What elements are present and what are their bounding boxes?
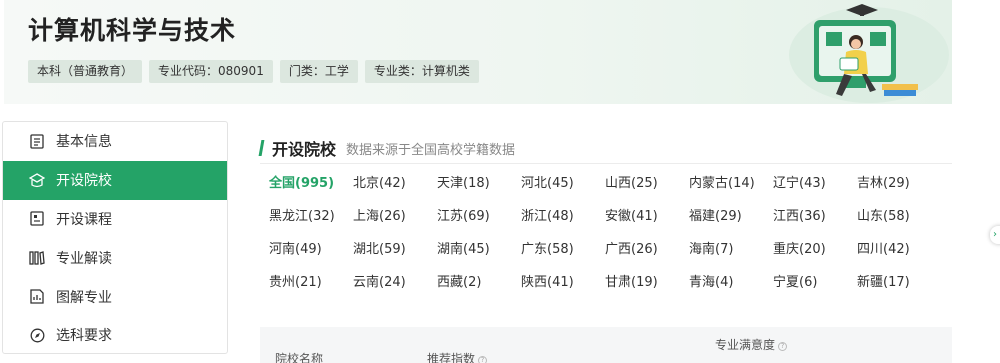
region-filter-item[interactable]: 河南(49) bbox=[269, 242, 353, 258]
region-filter-item[interactable]: 海南(7) bbox=[689, 242, 773, 258]
table-header: 院校名称 推荐指数? 专业满意度? bbox=[260, 327, 952, 363]
region-filter-item[interactable]: 山西(25) bbox=[605, 176, 689, 192]
region-filter-item[interactable]: 黑龙江(32) bbox=[269, 209, 353, 225]
course-icon bbox=[29, 211, 45, 227]
region-filter: 全国(995) 北京(42) 天津(18) 河北(45) 山西(25) 内蒙古(14) 辽宁… bbox=[269, 176, 949, 291]
section-accent-bar bbox=[258, 140, 265, 156]
region-filter-item[interactable]: 内蒙古(14) bbox=[689, 176, 773, 192]
student-illustration bbox=[789, 4, 949, 103]
tag-level: 本科（普通教育） bbox=[28, 60, 143, 83]
sidebar-nav: 基本信息 开设院校 开设课程 专业解读 图解专业 选科要求 bbox=[2, 121, 228, 354]
document-icon bbox=[29, 133, 45, 149]
tag-category: 门类：工学 bbox=[279, 60, 358, 83]
sidebar-item-label: 基本信息 bbox=[56, 134, 112, 151]
sidebar-item-illustrated[interactable]: 图解专业 bbox=[3, 277, 227, 316]
region-filter-item[interactable]: 湖北(59) bbox=[353, 242, 437, 258]
sidebar-item-subject-req[interactable]: 选科要求 bbox=[3, 316, 227, 353]
tag-class: 专业类：计算机类 bbox=[364, 60, 479, 83]
section-header: 开设院校 数据来源于全国高校学籍数据 bbox=[258, 136, 516, 160]
column-recommend: 推荐指数? bbox=[427, 350, 488, 363]
region-filter-item[interactable]: 重庆(20) bbox=[773, 242, 857, 258]
region-filter-item[interactable]: 山东(58) bbox=[857, 209, 941, 225]
chart-doc-icon bbox=[29, 289, 45, 305]
region-filter-item[interactable]: 陕西(41) bbox=[521, 275, 605, 291]
region-filter-item[interactable]: 福建(29) bbox=[689, 209, 773, 225]
sidebar-item-courses[interactable]: 开设课程 bbox=[3, 200, 227, 239]
sidebar-item-label: 开设课程 bbox=[56, 211, 112, 228]
header-banner: 计算机科学与技术 本科（普通教育） 专业代码：080901 门类：工学 专业类：… bbox=[4, 0, 952, 104]
region-filter-item[interactable]: 甘肃(19) bbox=[605, 275, 689, 291]
help-icon[interactable]: ? bbox=[478, 356, 488, 363]
region-filter-item[interactable]: 宁夏(6) bbox=[773, 275, 857, 291]
column-satisfaction: 专业满意度? bbox=[715, 336, 788, 353]
region-filter-item[interactable]: 辽宁(43) bbox=[773, 176, 857, 192]
region-filter-item[interactable]: 浙江(48) bbox=[521, 209, 605, 225]
section-subtitle: 数据来源于全国高校学籍数据 bbox=[346, 142, 516, 158]
region-filter-item[interactable]: 安徽(41) bbox=[605, 209, 689, 225]
region-filter-item[interactable]: 北京(42) bbox=[353, 176, 437, 192]
books-icon bbox=[29, 250, 45, 266]
column-school-name: 院校名称 bbox=[275, 352, 324, 363]
float-side-button[interactable]: › bbox=[990, 226, 1000, 244]
sidebar-item-schools[interactable]: 开设院校 bbox=[3, 160, 227, 200]
region-filter-item[interactable]: 吉林(29) bbox=[857, 176, 941, 192]
tag-code: 专业代码：080901 bbox=[149, 60, 273, 83]
region-filter-item[interactable]: 江苏(69) bbox=[437, 209, 521, 225]
sidebar-item-label: 图解专业 bbox=[56, 289, 112, 306]
region-filter-item[interactable]: 广西(26) bbox=[605, 242, 689, 258]
region-filter-item[interactable]: 新疆(17) bbox=[857, 275, 941, 291]
region-filter-item[interactable]: 四川(42) bbox=[857, 242, 941, 258]
sidebar-item-label: 选科要求 bbox=[56, 328, 112, 345]
region-filter-item[interactable]: 贵州(21) bbox=[269, 275, 353, 291]
sidebar-item-interpretation[interactable]: 专业解读 bbox=[3, 238, 227, 277]
region-filter-item[interactable]: 湖南(45) bbox=[437, 242, 521, 258]
section-title: 开设院校 bbox=[272, 140, 337, 159]
region-filter-item[interactable]: 广东(58) bbox=[521, 242, 605, 258]
section-divider bbox=[260, 163, 952, 164]
help-icon[interactable]: ? bbox=[778, 342, 788, 351]
region-filter-item[interactable]: 青海(4) bbox=[689, 275, 773, 291]
region-filter-item[interactable]: 全国(995) bbox=[269, 176, 353, 192]
column-recommend-label: 推荐指数 bbox=[427, 352, 476, 363]
region-filter-item[interactable]: 河北(45) bbox=[521, 176, 605, 192]
region-filter-item[interactable]: 上海(26) bbox=[353, 209, 437, 225]
region-filter-item[interactable]: 云南(24) bbox=[353, 275, 437, 291]
sidebar-item-basic-info[interactable]: 基本信息 bbox=[3, 122, 227, 161]
sidebar-item-label: 专业解读 bbox=[56, 250, 112, 267]
column-satisfaction-label: 专业满意度 bbox=[715, 338, 776, 352]
sidebar-item-label: 开设院校 bbox=[56, 173, 112, 190]
region-filter-item[interactable]: 江西(36) bbox=[773, 209, 857, 225]
chevron-right-icon: › bbox=[993, 229, 997, 240]
page-title: 计算机科学与技术 bbox=[28, 16, 237, 45]
tag-list: 本科（普通教育） 专业代码：080901 门类：工学 专业类：计算机类 bbox=[28, 60, 479, 83]
region-filter-item[interactable]: 天津(18) bbox=[437, 176, 521, 192]
region-filter-item[interactable]: 西藏(2) bbox=[437, 275, 521, 291]
school-icon bbox=[29, 172, 45, 188]
compass-icon bbox=[29, 327, 45, 343]
